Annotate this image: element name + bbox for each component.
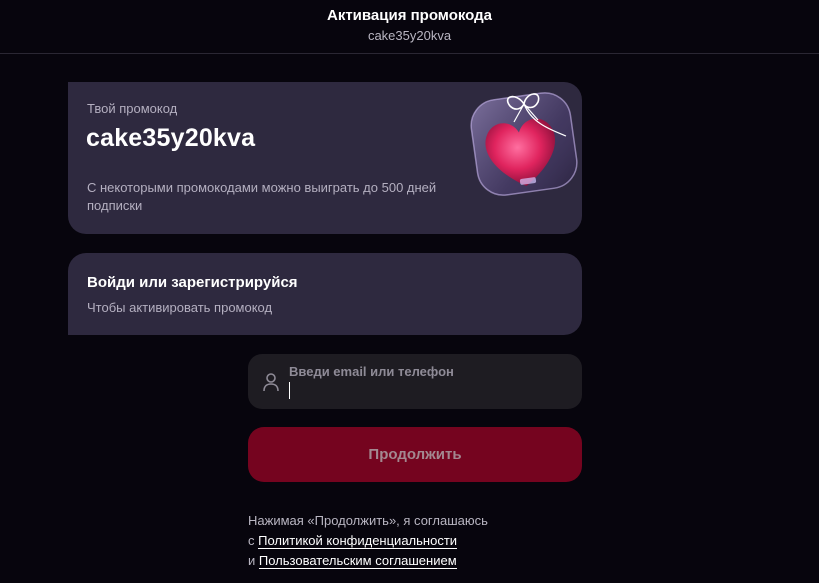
page-title: Активация промокода: [326, 7, 493, 24]
email-phone-input[interactable]: [288, 380, 568, 402]
terms-prefix-3: и: [248, 553, 259, 568]
promo-description: С некоторыми промокодами можно выиграть …: [87, 180, 437, 213]
page-header: Активация промокода cake35y20kva: [0, 0, 819, 54]
login-card: Войди или зарегистрируйся Чтобы активиро…: [68, 253, 582, 335]
text-cursor: [289, 382, 290, 399]
terms-prefix-2: с: [248, 533, 259, 548]
page-subtitle: cake35y20kva: [367, 28, 452, 43]
continue-button[interactable]: Продолжить: [248, 427, 582, 482]
terms-notice: Нажимая «Продолжить», я соглашаюсь с Пол…: [248, 511, 578, 571]
terms-line-1: Нажимая «Продолжить», я соглашаюсь: [248, 513, 488, 528]
terms-line-3: и Пользовательским соглашением: [248, 551, 578, 571]
promo-label: Твой промокод: [87, 101, 178, 116]
privacy-policy-link[interactable]: Политикой конфиденциальности: [258, 533, 458, 549]
promo-code: cake35y20kva: [86, 124, 256, 152]
email-phone-label: Введи email или телефон: [289, 364, 454, 379]
email-phone-field[interactable]: Введи email или телефон: [248, 354, 582, 409]
gift-box-heart-icon: [470, 92, 578, 196]
user-agreement-link[interactable]: Пользовательским соглашением: [258, 553, 457, 569]
login-title: Войди или зарегистрируйся: [87, 274, 298, 291]
login-subtitle: Чтобы активировать промокод: [87, 300, 273, 315]
promo-card: Твой промокод cake35y20kva С некоторыми …: [68, 82, 582, 234]
terms-line-2: с Политикой конфиденциальности: [248, 531, 578, 551]
user-icon: [263, 373, 279, 392]
